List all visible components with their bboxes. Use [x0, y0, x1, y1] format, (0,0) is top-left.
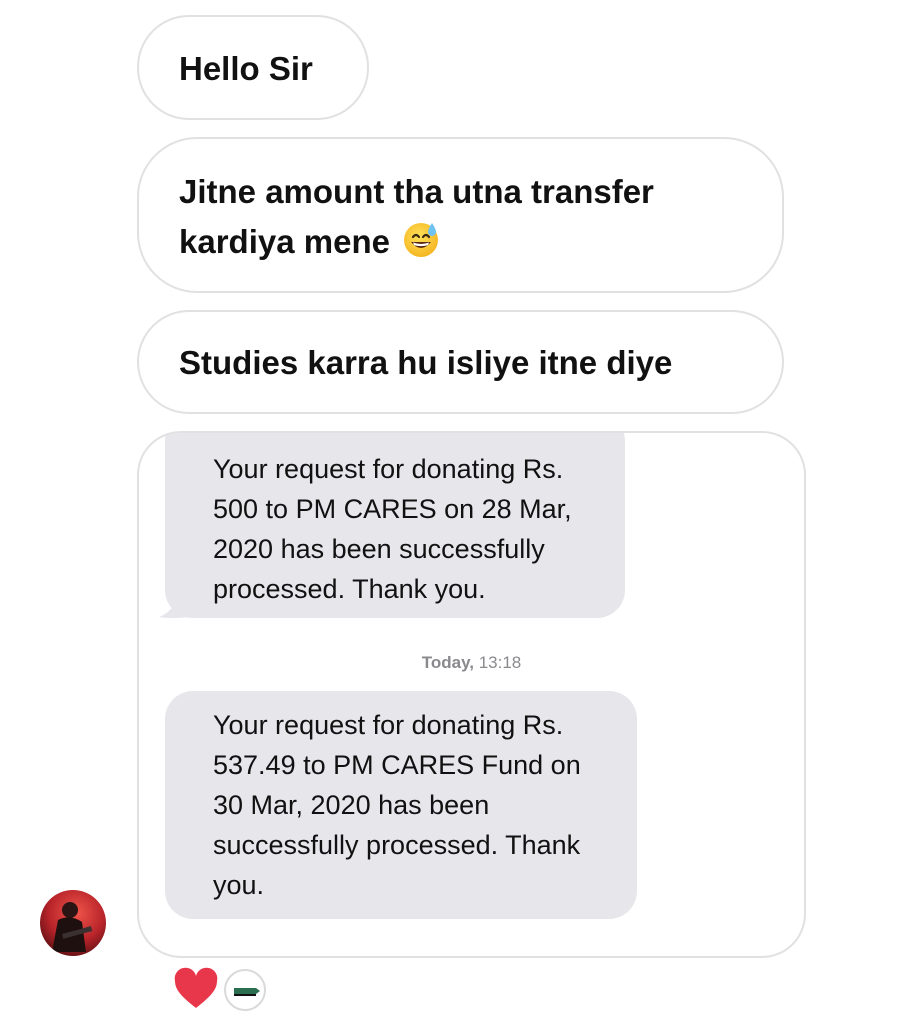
message-timestamp: Today, 13:18 — [139, 653, 804, 673]
timestamp-day: Today, — [421, 653, 474, 672]
message-text: Hello Sir — [179, 50, 313, 87]
sms-bubble: Your request for donating Rs. 537.49 to … — [165, 691, 637, 919]
sms-text: Your request for donating Rs. 537.49 to … — [213, 710, 581, 900]
sms-text: Your request for donating Rs. 500 to PM … — [213, 454, 572, 604]
heart-icon[interactable] — [172, 965, 220, 1013]
message-bubble-hello[interactable]: Hello Sir — [137, 15, 369, 120]
timestamp-time: 13:18 — [478, 653, 522, 672]
sms-bubble: Your request for donating Rs. 500 to PM … — [165, 433, 625, 618]
reactor-avatar[interactable] — [224, 969, 266, 1011]
sms-tail-icon — [159, 601, 189, 618]
grinning-face-with-sweat-icon — [401, 219, 441, 259]
message-text: Studies karra hu isliye itne diye — [179, 344, 673, 381]
message-bubble-studies[interactable]: Studies karra hu isliye itne diye — [137, 310, 784, 414]
shared-screenshot-card[interactable]: Your request for donating Rs. 500 to PM … — [137, 431, 806, 958]
message-text-wrapper: Jitne amount tha utna transfer kardiya m… — [179, 167, 749, 267]
message-bubble-transfer[interactable]: Jitne amount tha utna transfer kardiya m… — [137, 137, 784, 293]
sender-avatar[interactable] — [40, 890, 106, 956]
